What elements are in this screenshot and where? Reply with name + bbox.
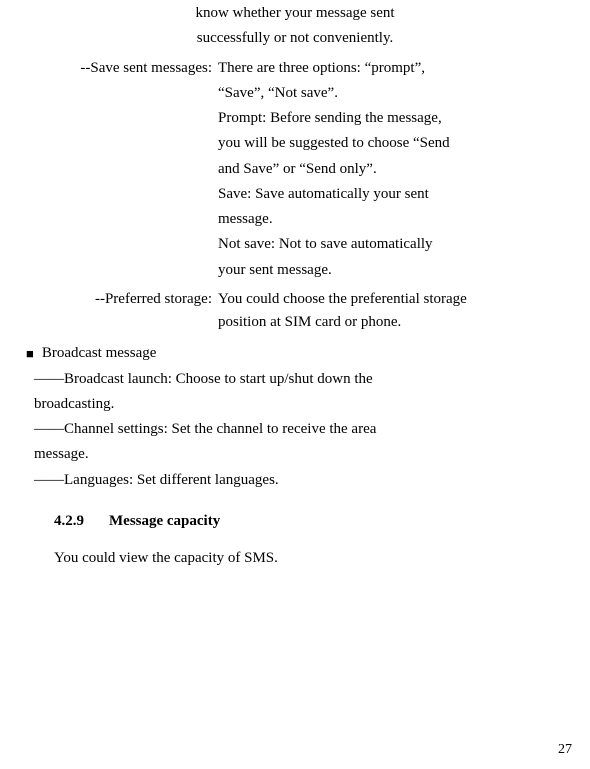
broadcast-heading: ■ Broadcast message xyxy=(26,342,572,365)
section-body-text: You could view the capacity of SMS. xyxy=(54,550,278,566)
save-option-label: Save: xyxy=(218,186,251,202)
broadcast-channel-body: settings: Set the channel to receive the… xyxy=(114,421,376,437)
save-line2-text: message. xyxy=(218,211,273,227)
save-intro: There are three options: “prompt”, xyxy=(218,57,572,80)
save-option-text: Save automatically your sent xyxy=(251,186,428,202)
broadcast-lang-text: ——Languages: Set different languages. xyxy=(34,469,279,492)
page: know whether your message sent successfu… xyxy=(0,0,590,769)
section-title: Message capacity xyxy=(109,510,220,533)
top-line2: successfully or not conveniently. xyxy=(18,27,572,50)
page-number-text: 27 xyxy=(558,742,572,757)
save-intro-text: There are three options: “prompt”, xyxy=(218,60,425,76)
bullet-icon: ■ xyxy=(26,344,34,364)
broadcast-lang-item: ——Languages: Set different languages. xyxy=(34,469,572,492)
save-label: --Save sent messages: xyxy=(18,57,218,284)
save-option-para: Save: Save automatically your sent xyxy=(218,183,572,206)
prompt-text: Before sending the message, xyxy=(266,110,441,126)
section-heading: 4.2.9 Message capacity xyxy=(54,510,572,533)
broadcast-launch-cont: broadcasting. xyxy=(34,393,572,416)
broadcast-channel-cont: message. xyxy=(34,443,572,466)
top-text1: know whether your message sent xyxy=(195,5,394,21)
notsave-para: Not save: Not to save automatically xyxy=(218,233,572,256)
save-label-text: --Save sent messages: xyxy=(80,60,212,76)
pref-label-text: --Preferred storage: xyxy=(95,291,212,307)
prompt-label-text: Prompt: xyxy=(218,110,266,126)
prompt-line3: and Save” or “Send only”. xyxy=(218,158,572,181)
broadcast-lang-body: Set different languages. xyxy=(133,472,279,488)
broadcast-launch-cont-text: broadcasting. xyxy=(34,396,114,412)
pref-text-span: You could choose the preferential storag… xyxy=(218,291,467,307)
broadcast-heading-text: Broadcast message xyxy=(42,342,157,365)
save-content: There are three options: “prompt”, “Save… xyxy=(218,57,572,284)
pref-content: You could choose the preferential storag… xyxy=(218,288,572,335)
broadcast-lang-label: ——Languages: xyxy=(34,472,133,488)
notsave-label: Not save: xyxy=(218,236,275,252)
page-number: 27 xyxy=(558,739,572,761)
prompt-line2-text: you will be suggested to choose “Send xyxy=(218,135,450,151)
broadcast-channel-cont-text: message. xyxy=(34,446,89,462)
notsave-line2-text: your sent message. xyxy=(218,262,332,278)
notsave-line2: your sent message. xyxy=(218,259,572,282)
save-options-line2-text: “Save”, “Not save”. xyxy=(218,85,338,101)
broadcast-launch-text: ——Broadcast launch: Choose to start up/s… xyxy=(34,368,373,391)
notsave-text: Not to save automatically xyxy=(275,236,432,252)
prompt-para: Prompt: Before sending the message, xyxy=(218,107,572,130)
pref-text: You could choose the preferential storag… xyxy=(218,288,572,311)
prompt-line2: you will be suggested to choose “Send xyxy=(218,132,572,155)
save-options-line2: “Save”, “Not save”. xyxy=(218,82,572,105)
pref-line2-text: position at SIM card or phone. xyxy=(218,314,401,330)
broadcast-channel-text: ——Channel settings: Set the channel to r… xyxy=(34,418,376,441)
prompt-line3-text: and Save” or “Send only”. xyxy=(218,161,377,177)
section-body: You could view the capacity of SMS. xyxy=(54,547,572,570)
broadcast-channel-label: ——Channel xyxy=(34,421,114,437)
broadcast-launch-item: ——Broadcast launch: Choose to start up/s… xyxy=(34,368,572,391)
section-num: 4.2.9 xyxy=(54,510,109,533)
preferred-block: --Preferred storage: You could choose th… xyxy=(18,288,572,335)
top-line1: know whether your message sent xyxy=(18,0,572,25)
pref-line2: position at SIM card or phone. xyxy=(218,311,572,334)
pref-label: --Preferred storage: xyxy=(18,288,218,335)
broadcast-channel-item: ——Channel settings: Set the channel to r… xyxy=(34,418,572,441)
top-text2: successfully or not conveniently. xyxy=(197,30,393,46)
broadcast-launch-body: launch: Choose to start up/shut down the xyxy=(124,371,373,387)
broadcast-launch-label: ——Broadcast xyxy=(34,371,124,387)
save-block: --Save sent messages: There are three op… xyxy=(18,57,572,284)
save-line2: message. xyxy=(218,208,572,231)
